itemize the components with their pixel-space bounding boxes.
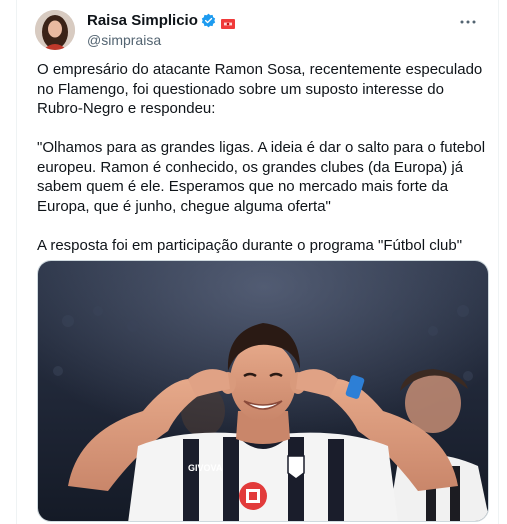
name-row: Raisa Simplicio <box>87 12 235 29</box>
tweet-card: Raisa Simplicio @simpraisa O empresário … <box>16 0 499 524</box>
more-options-button[interactable] <box>456 10 480 34</box>
avatar[interactable] <box>35 10 75 50</box>
author-handle[interactable]: @simpraisa <box>87 32 161 48</box>
verified-badge-icon <box>201 13 216 28</box>
tweet-photo[interactable]: GIVOVA <box>37 260 489 522</box>
tweet-header: Raisa Simplicio @simpraisa <box>35 10 488 50</box>
flag-icon <box>220 16 235 29</box>
tweet-paragraph: O empresário do atacante Ramon Sosa, rec… <box>37 61 483 117</box>
tweet-text: O empresário do atacante Ramon Sosa, rec… <box>37 60 492 255</box>
jersey-sponsor-text: GIVOVA <box>188 463 223 473</box>
author-name[interactable]: Raisa Simplicio <box>87 12 198 29</box>
tweet-paragraph: "Olhamos para as grandes ligas. A ideia … <box>37 139 486 215</box>
more-options-icon <box>460 20 476 24</box>
tweet-paragraph: A resposta foi em participação durante o… <box>37 236 463 254</box>
